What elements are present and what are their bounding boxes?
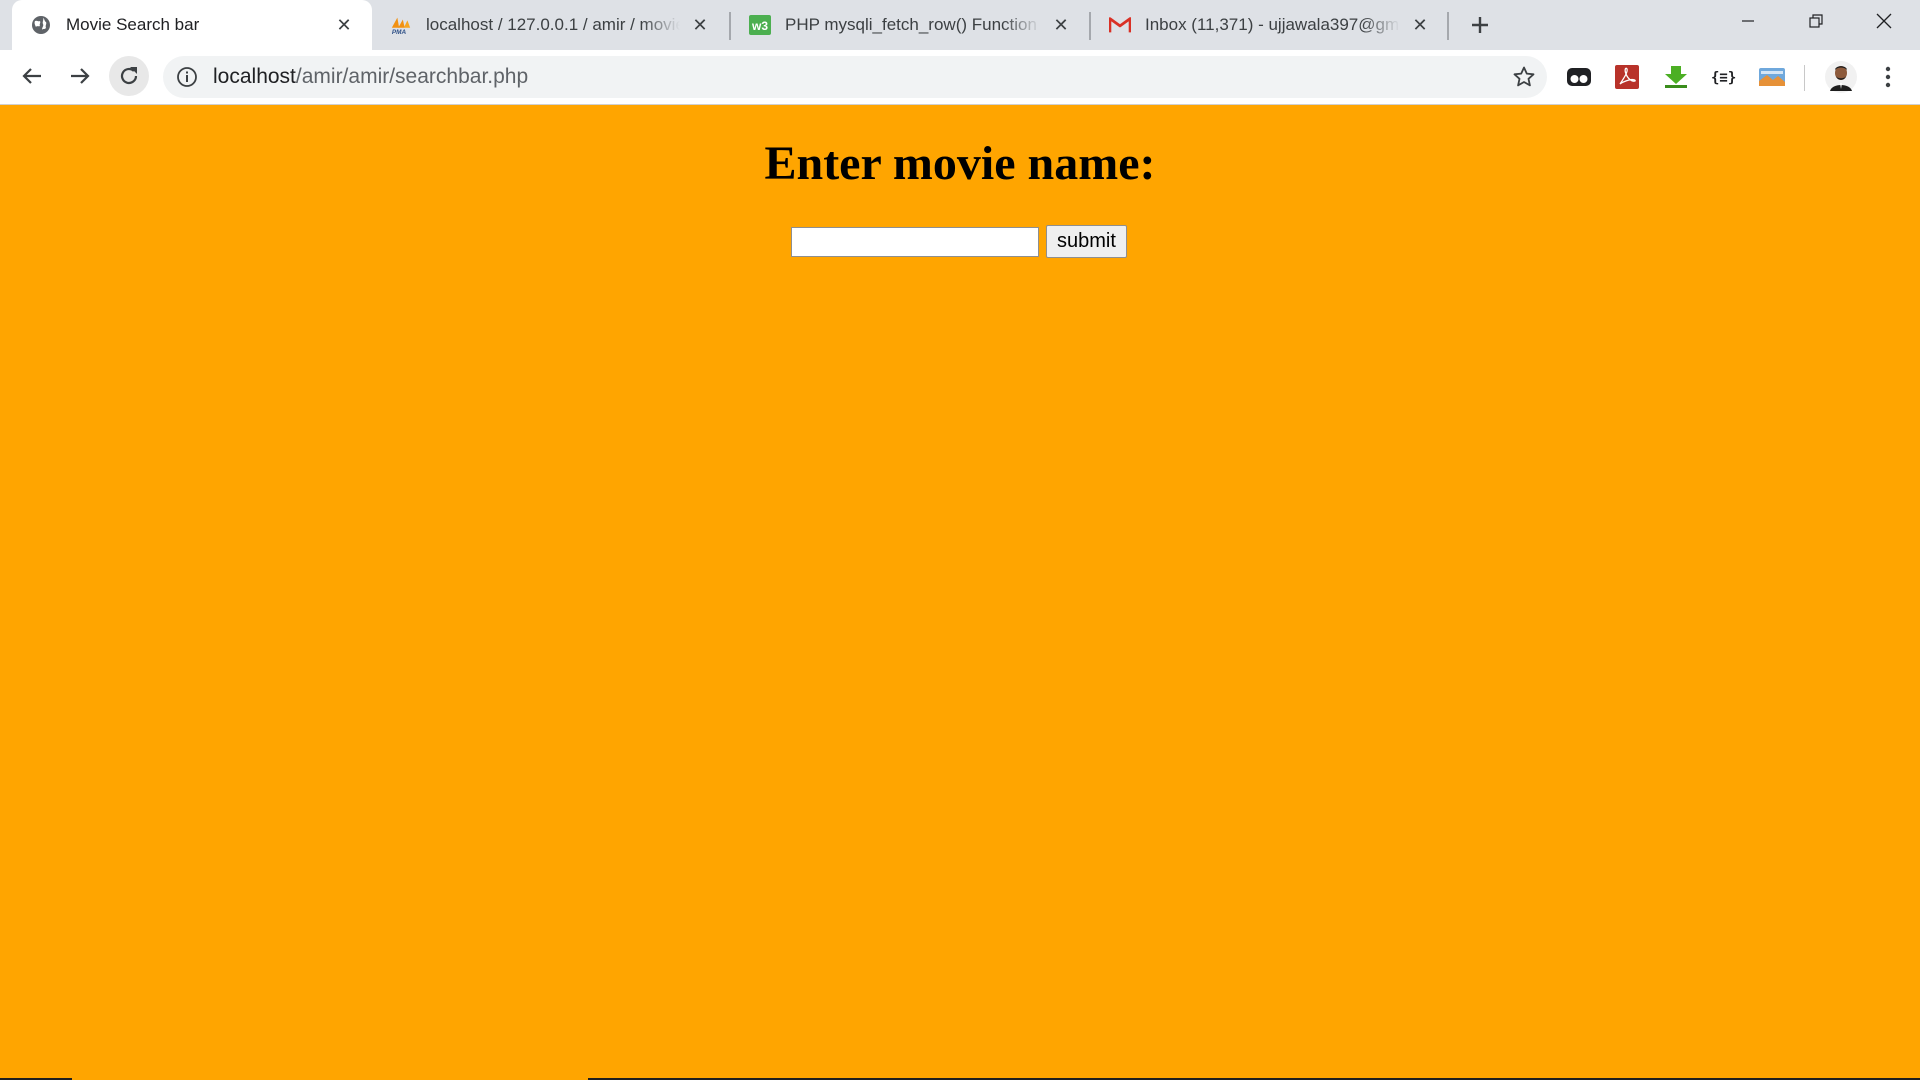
phpmyadmin-icon: PMA [390, 14, 412, 36]
url-path: /amir/amir/searchbar.php [295, 65, 529, 88]
page-heading: Enter movie name: [764, 137, 1156, 190]
tab-title: Inbox (11,371) - ujjawala397@gmail.com [1145, 15, 1400, 34]
json-formatter-extension-icon[interactable]: {≡} [1710, 63, 1738, 91]
browser-toolbar: localhost/amir/amir/searchbar.php {≡} [0, 50, 1920, 105]
svg-text:{≡}: {≡} [1711, 70, 1736, 86]
avatar[interactable] [1824, 60, 1858, 94]
close-icon[interactable]: ✕ [1408, 13, 1432, 37]
tab-movie-search-bar[interactable]: Movie Search bar ✕ [12, 0, 372, 50]
info-icon[interactable] [175, 65, 199, 89]
menu-kebab-icon[interactable] [1874, 63, 1902, 91]
bookmark-star-icon[interactable] [1511, 64, 1537, 90]
restore-button[interactable] [1782, 0, 1850, 42]
tab-title: Movie Search bar [66, 15, 200, 34]
window-close-button[interactable] [1850, 0, 1918, 42]
acrobat-extension-icon[interactable] [1613, 63, 1641, 91]
close-icon[interactable]: ✕ [688, 13, 712, 37]
tab-title: localhost / 127.0.0.1 / amir / movies [426, 15, 680, 34]
toolbox-extension-icon[interactable] [1565, 63, 1593, 91]
plus-icon [1472, 17, 1488, 33]
url-text[interactable]: localhost/amir/amir/searchbar.php [213, 66, 528, 88]
download-extension-icon[interactable] [1662, 63, 1690, 91]
minimize-icon [1742, 20, 1754, 22]
toolbar-divider [1804, 65, 1805, 91]
tab-title: PHP mysqli_fetch_row() Function [785, 15, 1037, 34]
close-icon[interactable]: ✕ [332, 13, 356, 37]
page-content: Enter movie name: submit [0, 105, 1920, 1080]
gmail-icon [1109, 14, 1131, 36]
tab-w3schools[interactable]: w3 PHP mysqli_fetch_row() Function ✕ [731, 0, 1089, 50]
image-extension-icon[interactable] [1758, 63, 1786, 91]
address-bar[interactable]: localhost/amir/amir/searchbar.php [163, 56, 1547, 98]
tab-strip: Movie Search bar ✕ PMA localhost / 127.0… [0, 0, 1920, 50]
movie-name-input[interactable] [791, 226, 1039, 257]
svg-text:w3: w3 [751, 19, 768, 33]
globe-icon [30, 14, 52, 36]
new-tab-button[interactable] [1462, 9, 1498, 41]
movie-search-form: submit [791, 225, 1127, 258]
tab-divider [1447, 12, 1449, 40]
back-arrow-icon [22, 68, 41, 84]
minimize-button[interactable] [1714, 0, 1782, 42]
reload-button[interactable] [109, 56, 149, 96]
back-button[interactable] [12, 56, 52, 96]
reload-icon [120, 67, 138, 85]
svg-text:PMA: PMA [392, 29, 407, 36]
browser-window: Movie Search bar ✕ PMA localhost / 127.0… [0, 0, 1920, 1080]
close-icon [1876, 13, 1892, 29]
tab-gmail-inbox[interactable]: Inbox (11,371) - ujjawala397@gmail.com ✕ [1091, 0, 1448, 50]
forward-button[interactable] [60, 56, 100, 96]
w3schools-icon: w3 [749, 14, 771, 36]
submit-button[interactable]: submit [1046, 225, 1127, 258]
forward-arrow-icon [71, 68, 90, 84]
close-icon[interactable]: ✕ [1049, 13, 1073, 37]
restore-icon [1809, 14, 1823, 28]
url-host: localhost [213, 65, 296, 88]
tab-phpmyadmin[interactable]: PMA localhost / 127.0.0.1 / amir / movie… [372, 0, 728, 50]
